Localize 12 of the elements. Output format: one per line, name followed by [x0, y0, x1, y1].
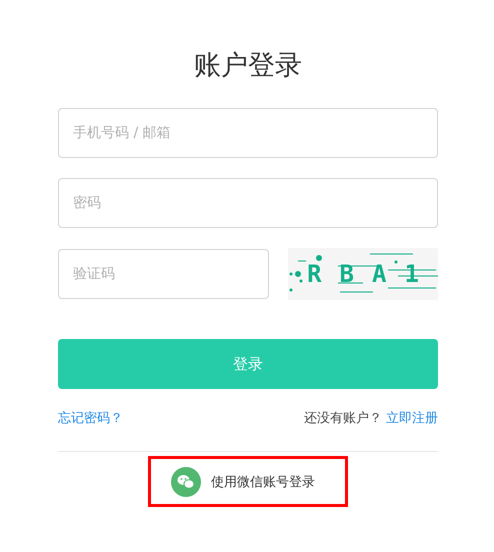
forgot-password-link[interactable]: 忘记密码？ [58, 407, 123, 431]
captcha-image[interactable]: RBA1 [288, 248, 438, 300]
login-title: 账户登录 [193, 49, 303, 83]
register-prompt: 还没有账户？ [304, 411, 382, 426]
login-button[interactable]: 登录 [58, 339, 438, 389]
captcha-field[interactable]: 验证码 [58, 249, 269, 299]
captcha-text: RBA1 [307, 260, 437, 288]
wechat-login-button[interactable]: 使用微信账号登录 [148, 456, 348, 507]
chat-bubbles-icon [171, 466, 201, 496]
password-field[interactable]: 密码 [58, 178, 438, 228]
account-field[interactable]: 手机号码 / 邮箱 [58, 108, 438, 158]
register-link[interactable]: 立即注册 [386, 411, 438, 426]
